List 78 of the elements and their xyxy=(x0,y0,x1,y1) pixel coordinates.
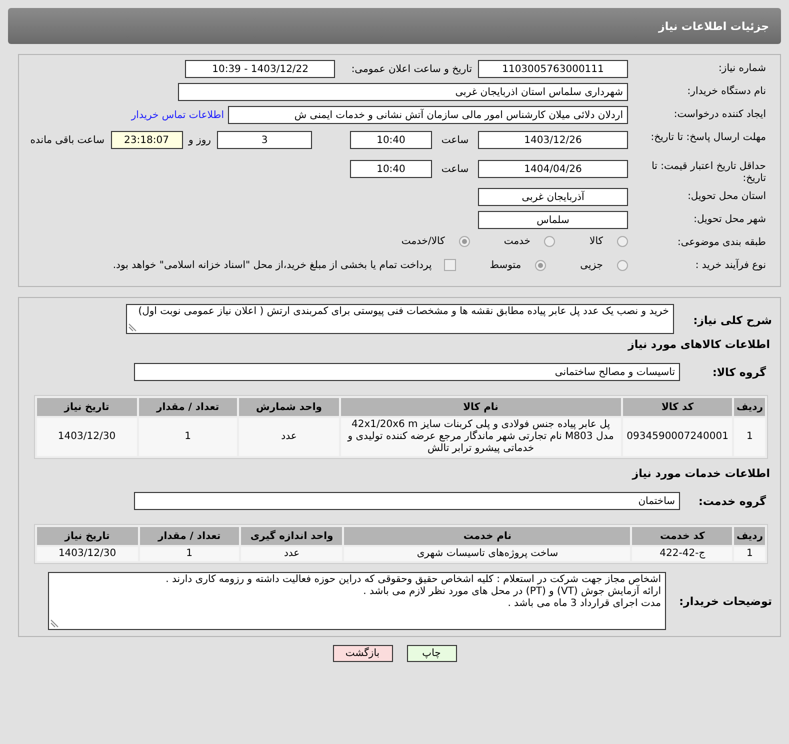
column-header: واحد اندازه گیری xyxy=(241,527,342,545)
resize-grip-icon[interactable] xyxy=(50,619,59,628)
table-cell: 1 xyxy=(140,547,240,561)
date-field[interactable]: 1404/04/26 xyxy=(478,160,628,178)
field-label: استان محل تحویل: xyxy=(686,190,767,203)
field-label: شرح کلی نیاز: xyxy=(692,313,773,327)
column-header: نام کالا xyxy=(340,398,621,416)
section-heading: اطلاعات خدمات مورد نیاز xyxy=(630,467,770,480)
text-field[interactable]: تاسیسات و مصالح ساختمانی xyxy=(134,363,680,381)
option-label: متوسط xyxy=(490,260,522,270)
text-field[interactable]: سلماس xyxy=(478,211,628,229)
text-field[interactable]: ساختمان xyxy=(134,492,680,510)
option-label: کالا/خدمت xyxy=(401,236,445,247)
text-area[interactable]: خرید و نصب یک عدد پل عابر پیاده مطابق نقشه ها و مشخصات فنی پیوستی برای کمربندی ارتش ( اعلان نیاز عمومی نوبت اول) xyxy=(126,304,674,334)
date-field[interactable]: 1403/12/26 xyxy=(478,131,628,149)
table-cell: پل عابر پیاده جنس فولادی و پلی کربنات سایز 42x1/20x6 m مدل M803 نام تجارتی شهر ماندگار مرجع عرضه کننده تولیدی و خدماتی پیشرو ترابر تالش xyxy=(340,418,621,456)
table-cell: 1 xyxy=(734,418,765,456)
field-label: تاریخ و ساعت اعلان عمومی: xyxy=(351,64,472,74)
field-label: ساعت xyxy=(440,134,470,146)
text-field[interactable]: شهرداری سلماس استان اذربایجان غربی xyxy=(178,83,628,101)
text-field[interactable]: اردلان دلائی میلان کارشناس امور مالی سازمان آتش نشانی و خدمات ایمنی ش xyxy=(228,106,628,124)
column-header: ردیف xyxy=(734,527,765,545)
table-cell: 1403/12/30 xyxy=(37,547,138,561)
print-button[interactable]: چاپ xyxy=(406,645,456,662)
radio-button[interactable] xyxy=(617,260,628,270)
text-field[interactable]: 1103005763000111 xyxy=(478,60,628,78)
column-header: ردیف xyxy=(734,398,765,416)
field-label: شماره نیاز: xyxy=(718,62,767,75)
column-header: کد خدمت xyxy=(632,527,732,545)
field-label: شهر محل تحویل: xyxy=(692,213,767,226)
radio-button[interactable] xyxy=(544,236,556,247)
resize-grip-icon[interactable] xyxy=(128,323,137,332)
column-header: تعداد / مقدار xyxy=(140,527,240,545)
countdown-field[interactable]: 23:18:07 xyxy=(110,131,182,149)
option-label: کالا xyxy=(589,236,603,247)
option-label: پرداخت تمام یا بخشی از مبلغ خرید،از محل "اسناد خزانه اسلامی" خواهد بود. xyxy=(112,260,432,270)
field-label: طبقه بندی موضوعی: xyxy=(676,236,767,249)
field-label: روز و xyxy=(188,134,211,146)
checkbox[interactable] xyxy=(444,259,456,271)
time-field[interactable]: 10:40 xyxy=(350,160,432,178)
column-header: تاریخ نیاز xyxy=(37,527,138,545)
text-field[interactable]: آذربایجان غربی xyxy=(478,188,628,206)
contact-link[interactable]: اطلاعات تماس خریدار xyxy=(131,110,224,120)
text-area[interactable]: اشخاص مجاز جهت شرکت در استعلام : کلیه اشخاص حقیق وحقوقی که دراین حوزه فعالیت داشته و رزومه کاری دارند . ارائه آزمایش جوش (VT) و (PT) در محل های مورد نظر لازم می باشد . مدت اجرای قرارداد 3 ماه می باشد . xyxy=(48,572,666,630)
field-label: توضیحات خریدار: xyxy=(678,594,773,608)
section-heading: اطلاعات کالاهای مورد نیاز xyxy=(626,338,770,351)
table-cell: 0934590007240001 xyxy=(622,418,732,456)
column-header: کد کالا xyxy=(622,398,732,416)
field-label: ساعت باقی مانده xyxy=(30,134,104,146)
table-cell: 1403/12/30 xyxy=(37,418,136,456)
radio-button[interactable] xyxy=(535,260,546,270)
page-title: جزئیات اطلاعات نیاز xyxy=(658,20,769,32)
column-header: تعداد / مقدار xyxy=(138,398,238,416)
table-cell: عدد xyxy=(241,547,342,561)
field-label: ساعت xyxy=(440,164,470,174)
column-header: نام خدمت xyxy=(344,527,630,545)
days-field[interactable]: 3 xyxy=(217,131,312,149)
table-cell: 1 xyxy=(734,547,765,561)
time-field[interactable]: 10:40 xyxy=(350,131,432,149)
column-header: تاریخ نیاز xyxy=(37,398,136,416)
field-label: حداقل تاریخ اعتبار قیمت: تا تاریخ: xyxy=(650,160,767,185)
field-label: گروه کالا: xyxy=(711,366,767,378)
field-label: مهلت ارسال پاسخ: تا تاریخ: xyxy=(650,131,767,144)
column-header: واحد شمارش xyxy=(239,398,339,416)
field-label: ایجاد کننده درخواست: xyxy=(672,108,767,121)
field-label: نام دستگاه خریدار: xyxy=(686,84,767,98)
option-label: جزیی xyxy=(580,260,603,270)
back-button[interactable]: بازگشت xyxy=(332,645,392,662)
field-label: گروه خدمت: xyxy=(697,494,767,508)
text-field[interactable]: 1403/12/22 - 10:39 xyxy=(185,60,336,78)
table-cell: ساخت پروژه‌های تاسیسات شهری xyxy=(344,547,630,561)
option-label: خدمت xyxy=(504,236,530,247)
table-cell: عدد xyxy=(239,418,339,456)
field-label: نوع فرآیند خرید : xyxy=(694,258,767,272)
table-cell: ج-42-422 xyxy=(632,547,732,561)
radio-button[interactable] xyxy=(617,236,628,247)
radio-button[interactable] xyxy=(458,236,470,247)
table-cell: 1 xyxy=(138,418,238,456)
